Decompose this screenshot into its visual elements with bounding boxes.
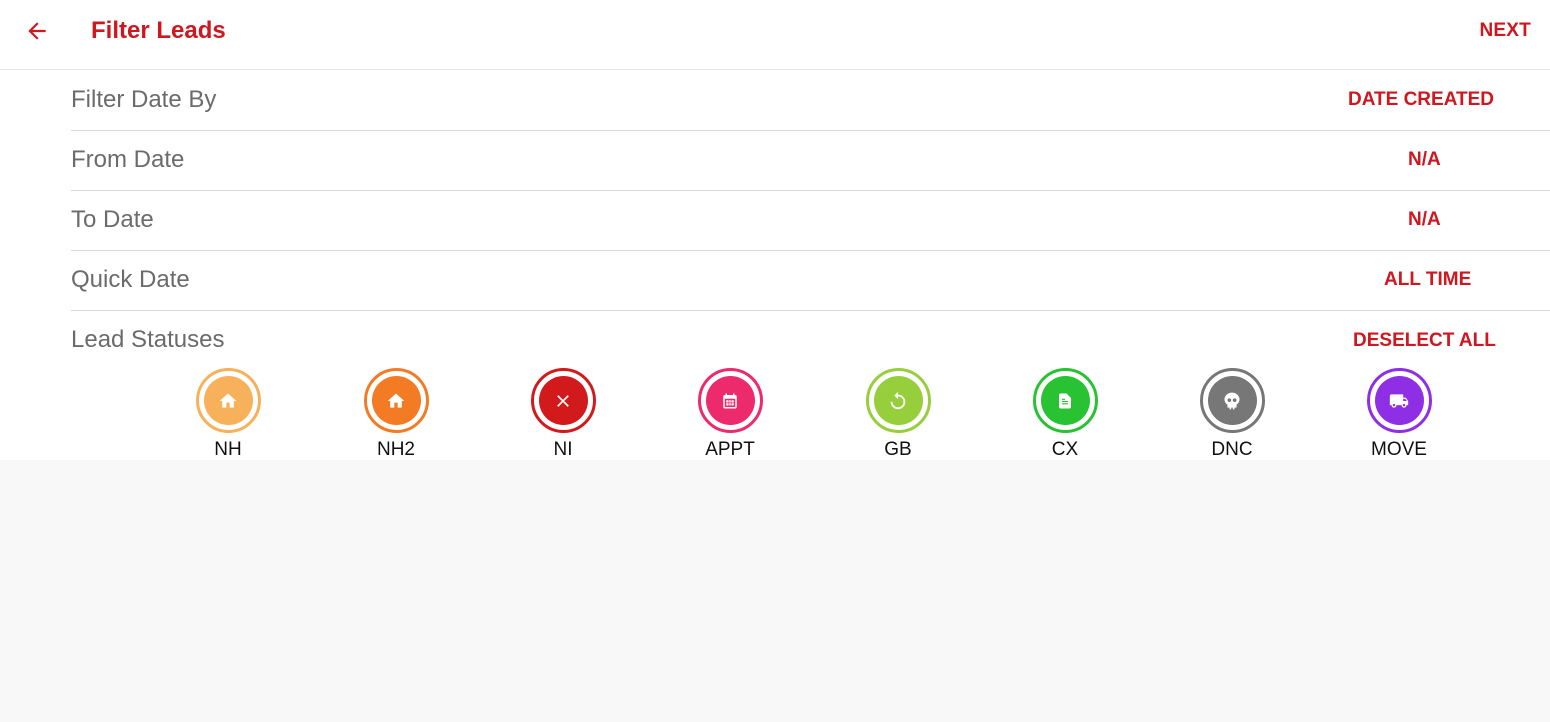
status-ring: [865, 368, 931, 433]
status-dnc[interactable]: DNC: [1177, 368, 1287, 461]
lead-statuses-section: Lead Statuses DESELECT ALL NH NH2 NI APP…: [71, 310, 1550, 460]
status-ring: [697, 368, 763, 433]
truck-icon: [1389, 393, 1409, 408]
arrow-back-icon: [28, 22, 46, 40]
refresh-icon: [890, 391, 906, 409]
status-dot: [203, 376, 253, 425]
status-label-ni: NI: [553, 439, 573, 460]
status-ring: [1032, 368, 1098, 433]
close-icon: [557, 394, 569, 407]
status-label-appt: APPT: [705, 439, 755, 460]
status-label-gb: GB: [884, 439, 912, 460]
status-nh2[interactable]: NH2: [341, 368, 451, 461]
back-button[interactable]: [22, 16, 52, 46]
status-dot: [1040, 376, 1090, 425]
filter-leads-screen: Filter Leads NEXT Filter Date By DATE CR…: [0, 0, 1550, 722]
filter-date-by-label: Filter Date By: [71, 86, 217, 113]
status-dot: [705, 376, 755, 425]
app-bar: Filter Leads NEXT: [0, 0, 1550, 70]
status-dot: [1374, 376, 1424, 425]
status-cx[interactable]: CX: [1010, 368, 1120, 461]
calendar-icon: [723, 393, 737, 408]
status-ring: [1199, 368, 1265, 433]
status-dot: [371, 376, 421, 425]
next-button[interactable]: NEXT: [1480, 20, 1531, 42]
status-appt[interactable]: APPT: [675, 368, 785, 461]
status-label-nh: NH: [214, 439, 242, 460]
deselect-all-button[interactable]: DESELECT ALL: [1353, 330, 1496, 352]
status-dot: [538, 376, 588, 425]
to-date-label: To Date: [71, 206, 154, 233]
quick-date-label: Quick Date: [71, 266, 190, 293]
status-move[interactable]: MOVE: [1344, 368, 1454, 461]
status-nh[interactable]: NH: [173, 368, 283, 461]
status-ni[interactable]: NI: [508, 368, 618, 461]
skull-icon: [1224, 392, 1240, 409]
from-date-row: From Date N/A: [71, 130, 1550, 191]
status-ring: [363, 368, 429, 433]
home-icon: [219, 393, 237, 408]
to-date-value[interactable]: N/A: [1408, 209, 1441, 231]
lead-statuses-label: Lead Statuses: [71, 326, 225, 353]
from-date-label: From Date: [71, 146, 185, 173]
home-icon: [387, 393, 405, 408]
status-label-dnc: DNC: [1211, 439, 1253, 460]
status-ring: [195, 368, 261, 433]
filter-panel: Filter Leads NEXT Filter Date By DATE CR…: [0, 0, 1550, 460]
status-gb[interactable]: GB: [843, 368, 953, 461]
quick-date-value[interactable]: ALL TIME: [1384, 269, 1471, 291]
status-dot: [1207, 376, 1257, 425]
status-dot: [873, 376, 923, 425]
page-title: Filter Leads: [91, 17, 226, 44]
to-date-row: To Date N/A: [71, 190, 1550, 251]
filter-date-by-value[interactable]: DATE CREATED: [1348, 89, 1494, 111]
filter-date-by-row: Filter Date By DATE CREATED: [71, 70, 1550, 131]
status-label-nh2: NH2: [376, 439, 415, 460]
status-label-move: MOVE: [1371, 439, 1427, 460]
lead-status-list: NH NH2 NI APPT GB CX DNC MOVE: [71, 368, 1550, 460]
quick-date-row: Quick Date ALL TIME: [71, 250, 1550, 311]
status-ring: [1366, 368, 1432, 433]
status-ring: [530, 368, 596, 433]
receipt-icon: [1059, 393, 1071, 408]
from-date-value[interactable]: N/A: [1408, 149, 1441, 171]
status-label-cx: CX: [1051, 439, 1079, 460]
